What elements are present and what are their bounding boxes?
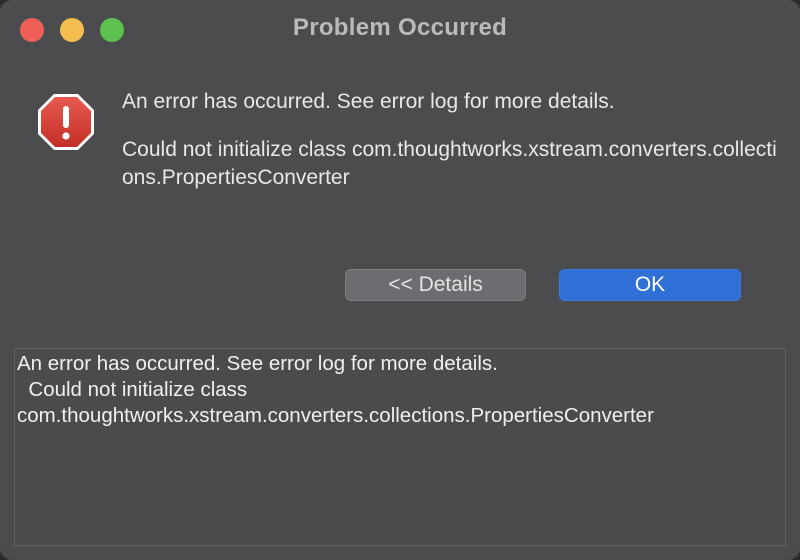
error-details-text: An error has occurred. See error log for…: [17, 352, 654, 427]
primary-error-message: An error has occurred. See error log for…: [122, 90, 615, 113]
details-toggle-button[interactable]: << Details: [345, 269, 526, 301]
error-dialog-window: Problem Occurred An error has occurred. …: [0, 0, 800, 560]
secondary-error-message: Could not initialize class com.thoughtwo…: [122, 138, 777, 189]
error-details-text-area[interactable]: An error has occurred. See error log for…: [14, 348, 786, 546]
ok-button[interactable]: OK: [559, 269, 741, 301]
window-title: Problem Occurred: [292, 14, 508, 41]
error-octagon-icon: [36, 92, 96, 152]
title-bar: Problem Occurred: [0, 0, 800, 58]
